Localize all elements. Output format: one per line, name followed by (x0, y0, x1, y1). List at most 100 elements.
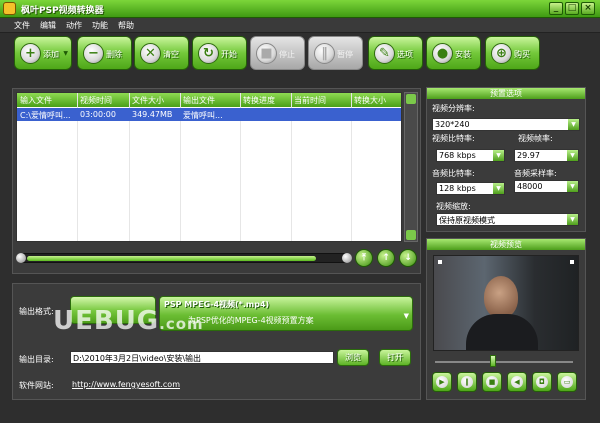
chevron-down-icon[interactable]: ▼ (493, 150, 504, 161)
person-figure (466, 314, 538, 350)
stop-icon: ■ (486, 376, 498, 388)
column-video-time[interactable]: 视频时间 (80, 95, 112, 106)
stop-preview-button[interactable]: ■ (482, 372, 502, 392)
folder-button[interactable]: ▭ (557, 372, 577, 392)
resolution-label: 视频分辨率: (432, 104, 475, 113)
samplerate-select[interactable]: 48000 ▼ (514, 180, 579, 193)
preview-header: 视频预览 (427, 239, 585, 250)
chevron-down-icon[interactable]: ▼ (63, 50, 68, 57)
preset-options-panel: 预置选项 视频分辨率: 320*240 ▼ 视频比特率: 视频帧率: 768 k… (426, 87, 586, 232)
output-dir-label: 输出目录: (19, 355, 54, 364)
column-file-size[interactable]: 文件大小 (132, 95, 164, 106)
preview-image (433, 255, 579, 351)
pause-icon: ‖ (461, 376, 473, 388)
samplerate-label: 音频采样率: (514, 169, 557, 178)
website-label: 软件网站: (19, 381, 54, 390)
app-icon (3, 2, 16, 15)
menu-file[interactable]: 文件 (14, 20, 30, 31)
folder-icon: ▭ (561, 376, 573, 388)
output-dir-field[interactable]: D:\2010年3月2日\video\安装\输出 (70, 351, 334, 364)
stop-icon: ■ (256, 43, 277, 64)
column-current-time[interactable]: 当前时间 (294, 95, 326, 106)
video-preview-panel: 视频预览 ▶ ‖ ■ ◀ ◘ ▭ (426, 238, 586, 400)
scroll-up-icon[interactable] (406, 94, 416, 104)
clear-button[interactable]: ✕ 清空 (134, 36, 189, 70)
column-converted-size[interactable]: 转换大小 (354, 95, 386, 106)
file-table: 输入文件 视频时间 文件大小 输出文件 转换进度 当前时间 转换大小 C:\爱情… (16, 92, 402, 242)
maximize-button[interactable]: □ (565, 2, 579, 15)
pause-button[interactable]: ‖ 暂停 (308, 36, 363, 70)
progress-right-cap (342, 253, 352, 263)
video-bitrate-label: 视频比特率: (432, 134, 475, 143)
minimize-button[interactable]: _ (549, 2, 563, 15)
close-button[interactable]: × (581, 2, 595, 15)
minus-icon: − (83, 43, 104, 64)
apple-icon: ● (432, 43, 453, 64)
options-button[interactable]: ✎ 选项 (368, 36, 423, 70)
volume-button[interactable]: ◀ (507, 372, 527, 392)
resolution-select[interactable]: 320*240 ▼ (432, 118, 580, 131)
chevron-down-icon[interactable]: ▼ (567, 214, 578, 225)
install-button[interactable]: ● 安装 (426, 36, 481, 70)
start-button[interactable]: ↻ 开始 (192, 36, 247, 70)
fps-select[interactable]: 29.97 ▼ (514, 149, 579, 162)
corner-marker (570, 260, 574, 264)
pause-preview-button[interactable]: ‖ (457, 372, 477, 392)
cell-input: C:\爱情呼叫... (20, 111, 71, 120)
corner-marker (438, 260, 442, 264)
volume-icon: ◀ (511, 376, 523, 388)
table-header: 输入文件 视频时间 文件大小 输出文件 转换进度 当前时间 转换大小 (17, 93, 401, 107)
plus-icon: + (20, 43, 41, 64)
chevron-down-icon[interactable]: ▼ (404, 312, 409, 320)
seek-slider[interactable] (490, 355, 496, 367)
buy-button[interactable]: ⊕ 购买 (485, 36, 540, 70)
menu-action[interactable]: 动作 (66, 20, 82, 31)
audio-bitrate-select[interactable]: 128 kbps ▼ (436, 182, 505, 195)
scale-select[interactable]: 保持原视频模式 ▼ (436, 213, 579, 226)
title-bar: 枫叶PSP视频转换器 _ □ × (0, 0, 600, 18)
audio-bitrate-label: 音频比特率: (432, 169, 475, 178)
window-title: 枫叶PSP视频转换器 (21, 6, 104, 16)
menu-function[interactable]: 功能 (92, 20, 108, 31)
seek-track[interactable] (435, 361, 573, 363)
delete-button[interactable]: − 删除 (77, 36, 132, 70)
chevron-down-icon[interactable]: ▼ (568, 119, 579, 130)
column-progress[interactable]: 转换进度 (243, 95, 275, 106)
stop-button[interactable]: ■ 停止 (250, 36, 305, 70)
toolbar: + 添加 ▼ − 删除 ✕ 清空 ↻ 开始 ■ 停止 ‖ 暂停 ✎ 选项 ● 安… (10, 36, 570, 76)
format-description: 为PSP优化的MPEG-4视频预置方案 (188, 316, 314, 325)
cart-icon: ⊕ (491, 43, 512, 64)
cell-output: 爱情呼叫... (183, 111, 223, 120)
column-input-file[interactable]: 输入文件 (20, 95, 52, 106)
menu-edit[interactable]: 编辑 (40, 20, 56, 31)
chevron-down-icon[interactable]: ▼ (567, 150, 578, 161)
table-row[interactable]: C:\爱情呼叫... 03:00:00 349.47MB 爱情呼叫... (17, 108, 401, 121)
tools-icon: ✎ (374, 43, 395, 64)
open-button[interactable]: 打开 (379, 349, 411, 366)
chevron-down-icon[interactable]: ▼ (493, 183, 504, 194)
output-panel: 输出格式: PSP MPEG-4视频(*.mp4) 为PSP优化的MPEG-4视… (12, 283, 421, 400)
website-link[interactable]: http://www.fengyesoft.com (72, 380, 180, 389)
clear-icon: ✕ (140, 43, 161, 64)
move-up-icon[interactable]: ↑ (377, 249, 395, 267)
camera-icon: ◘ (536, 376, 548, 388)
chevron-down-icon[interactable]: ▼ (567, 181, 578, 192)
person-figure (484, 276, 518, 318)
file-list-panel: 输入文件 视频时间 文件大小 输出文件 转换进度 当前时间 转换大小 C:\爱情… (12, 88, 421, 274)
play-button[interactable]: ▶ (432, 372, 452, 392)
video-bitrate-select[interactable]: 768 kbps ▼ (436, 149, 505, 162)
add-button[interactable]: + 添加 ▼ (14, 36, 72, 70)
fps-label: 视频帧率: (518, 134, 553, 143)
browse-button[interactable]: 浏览 (337, 349, 369, 366)
menu-bar: 文件 编辑 动作 功能 帮助 (0, 18, 600, 33)
watermark-logo: UEBUG.com (53, 306, 204, 336)
conversion-progress-bar (16, 253, 352, 263)
menu-help[interactable]: 帮助 (118, 20, 134, 31)
snapshot-button[interactable]: ◘ (532, 372, 552, 392)
scroll-down-icon[interactable] (406, 230, 416, 240)
cell-time: 03:00:00 (80, 110, 116, 119)
column-output-file[interactable]: 输出文件 (183, 95, 215, 106)
move-top-icon[interactable]: ⤒ (355, 249, 373, 267)
table-scrollbar[interactable] (404, 92, 418, 242)
move-down-icon[interactable]: ↓ (399, 249, 417, 267)
